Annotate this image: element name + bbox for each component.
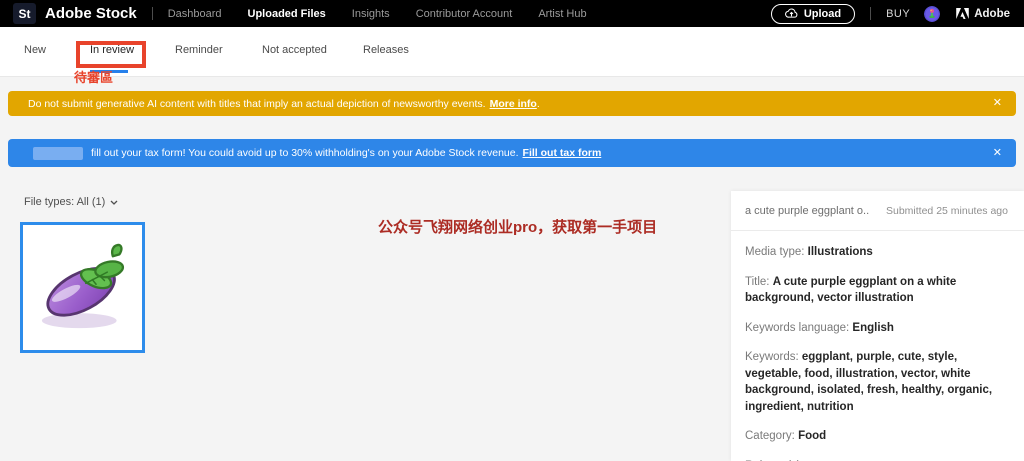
detail-label: Category: <box>745 430 795 442</box>
adobe-logo-label: Adobe <box>974 7 1010 20</box>
panel-divider <box>731 230 1024 231</box>
detail-value: English <box>852 321 894 334</box>
detail-releases: Release(s): <box>745 458 1008 461</box>
tab-in-review[interactable]: In review <box>90 44 134 56</box>
status-tab-bar: New In review Reminder Not accepted Rele… <box>0 27 1024 77</box>
eggplant-illustration <box>27 230 139 346</box>
top-navigation: Dashboard Uploaded Files Insights Contri… <box>168 8 587 20</box>
detail-keywords-language: Keywords language: English <box>745 320 1008 337</box>
nav-uploaded-files[interactable]: Uploaded Files <box>248 8 326 20</box>
nav-artist-hub[interactable]: Artist Hub <box>538 8 586 20</box>
chinese-annotation-label: 待審區 <box>74 70 114 85</box>
upload-button-label: Upload <box>803 7 842 20</box>
detail-title: Title: A cute purple eggplant on a white… <box>745 274 1008 307</box>
adobe-corporate-logo[interactable]: Adobe <box>956 8 1010 20</box>
detail-value: Illustrations <box>807 246 873 258</box>
detail-keywords: Keywords: eggplant, purple, cute, style,… <box>745 349 1008 415</box>
file-types-filter[interactable]: File types: All (1) <box>24 196 118 208</box>
detail-category: Category: Food <box>745 428 1008 445</box>
file-types-label: File types: All (1) <box>24 196 106 208</box>
nav-dashboard[interactable]: Dashboard <box>168 8 222 20</box>
submitted-timestamp: Submitted 25 minutes ago <box>886 205 1008 217</box>
upload-button[interactable]: Upload <box>770 3 856 24</box>
upload-cloud-icon <box>784 8 798 19</box>
detail-value: A cute purple eggplant on a white backgr… <box>745 275 957 305</box>
banner-text-suffix: . <box>536 97 540 110</box>
topbar-divider <box>151 7 153 20</box>
fill-out-tax-form-link[interactable]: Fill out tax form <box>523 147 602 159</box>
stock-logo-badge[interactable]: St <box>13 3 36 24</box>
detail-value: Food <box>798 430 827 442</box>
panel-header: a cute purple eggplant o.. Submitted 25 … <box>745 205 1008 217</box>
brand-title: Adobe Stock <box>45 5 137 22</box>
asset-title-truncated: a cute purple eggplant o.. <box>745 205 870 217</box>
close-icon[interactable]: ✕ <box>993 147 1002 159</box>
detail-label: Title: <box>745 275 770 288</box>
banner-text: fill out your tax form! You could avoid … <box>91 147 519 159</box>
tab-new[interactable]: New <box>24 44 46 56</box>
asset-thumbnail-selected[interactable] <box>20 222 145 353</box>
detail-label: Keywords language: <box>745 321 850 334</box>
asset-detail-panel: a cute purple eggplant o.. Submitted 25 … <box>731 191 1024 461</box>
detail-media-type: Media type: Illustrations <box>745 244 1008 261</box>
buy-link[interactable]: BUY <box>886 8 910 20</box>
chevron-down-icon <box>110 200 118 205</box>
nav-insights[interactable]: Insights <box>352 8 390 20</box>
tab-reminder[interactable]: Reminder <box>175 44 223 56</box>
adobe-a-icon <box>956 8 970 19</box>
banner-text: Do not submit generative AI content with… <box>28 97 486 110</box>
detail-label: Keywords: <box>745 351 799 363</box>
nav-contributor-account[interactable]: Contributor Account <box>416 8 513 20</box>
tab-not-accepted[interactable]: Not accepted <box>262 44 327 56</box>
tax-form-banner: fill out your tax form! You could avoid … <box>8 139 1016 167</box>
watermark-text: 公众号飞翔网络创业pro，获取第一手项目 <box>378 219 658 236</box>
top-app-bar: St Adobe Stock Dashboard Uploaded Files … <box>0 0 1024 27</box>
topbar-divider <box>870 7 872 20</box>
close-icon[interactable]: ✕ <box>993 98 1002 109</box>
detail-label: Media type: <box>745 246 805 258</box>
adobe-stock-contributor-page: St Adobe Stock Dashboard Uploaded Files … <box>0 0 1024 461</box>
generative-ai-notice-banner: Do not submit generative AI content with… <box>8 91 1016 116</box>
more-info-link[interactable]: More info <box>490 98 537 110</box>
redacted-name-block <box>33 146 83 160</box>
tab-releases[interactable]: Releases <box>363 44 409 56</box>
user-avatar[interactable] <box>924 5 941 22</box>
